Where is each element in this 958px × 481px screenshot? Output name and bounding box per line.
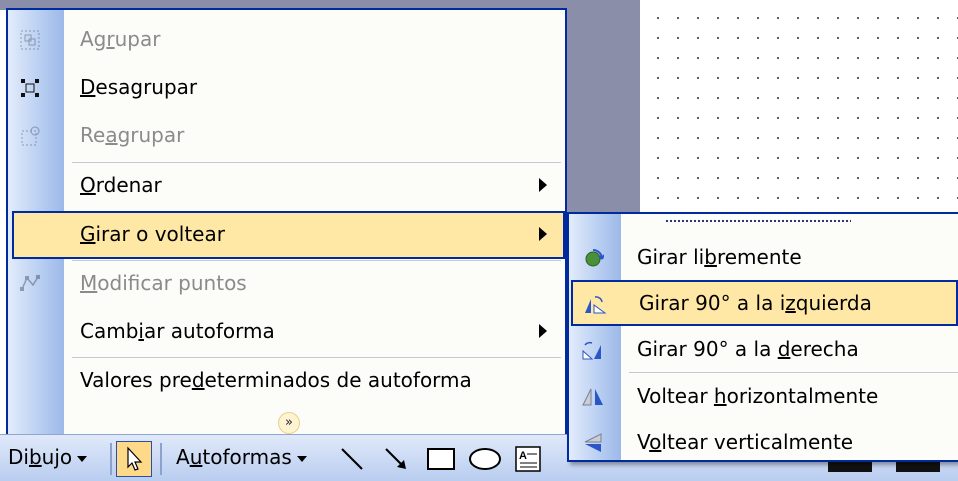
regroup-icon <box>18 124 42 148</box>
flip-vertical-icon <box>581 431 605 455</box>
flip-horizontal-icon <box>581 385 605 409</box>
menu-item-girar-o-voltear[interactable]: Girar o voltear <box>12 211 565 259</box>
pointer-arrow-icon <box>127 446 143 471</box>
toolbar-separator <box>110 443 112 475</box>
submenu-item-voltear-verticalmente[interactable]: Voltear verticalmente <box>569 419 958 465</box>
dibujo-menu-button[interactable]: Dibujo <box>8 445 88 469</box>
edit-points-icon <box>18 272 42 296</box>
menu-item-cambiar-autoforma[interactable]: Cambiar autoforma <box>8 308 565 356</box>
menu-item-ordenar[interactable]: Ordenar <box>8 162 565 210</box>
dropdown-arrow-icon <box>296 455 307 462</box>
oval-tool-icon[interactable] <box>466 443 504 475</box>
text-box-tool-icon[interactable]: A <box>512 443 544 475</box>
free-rotate-icon <box>581 246 605 270</box>
rectangle-tool-icon[interactable] <box>424 443 458 475</box>
select-pointer-button[interactable] <box>116 441 152 477</box>
submenu-arrow-icon <box>539 178 547 192</box>
autoformas-menu-button[interactable]: Autoformas <box>176 445 307 469</box>
chevron-double-down-icon[interactable]: » <box>278 412 300 434</box>
ungroup-icon <box>18 76 42 100</box>
app-workspace <box>565 0 641 215</box>
submenu-item-girar-derecha[interactable]: Girar 90° a la derecha <box>569 326 958 372</box>
menu-item-agrupar[interactable]: Agrupar <box>8 16 565 64</box>
submenu-item-voltear-horizontalmente[interactable]: Voltear horizontalmente <box>569 373 958 419</box>
menu-item-valores-predeterminados[interactable]: Valores predeterminados de autoforma <box>8 357 565 405</box>
line-tool-icon[interactable] <box>336 443 368 475</box>
draw-menu: Agrupar Desagrupar Reagrupar Ordenar Gir… <box>6 8 567 434</box>
group-icon <box>18 28 42 52</box>
girar-o-voltear-submenu: Girar libremente Girar 90° a la izquierd… <box>567 212 958 462</box>
menu-item-modificar-puntos[interactable]: Modificar puntos <box>8 260 565 308</box>
menu-item-reagrupar[interactable]: Reagrupar <box>8 112 565 160</box>
rotate-right-icon <box>581 338 605 362</box>
arrow-tool-icon[interactable] <box>380 443 412 475</box>
submenu-arrow-icon <box>539 227 547 241</box>
submenu-item-girar-izquierda[interactable]: Girar 90° a la izquierda <box>571 280 958 326</box>
rotate-left-icon <box>583 292 607 316</box>
submenu-item-girar-libremente[interactable]: Girar libremente <box>569 234 958 280</box>
menu-item-desagrupar[interactable]: Desagrupar <box>8 64 565 112</box>
dropdown-arrow-icon <box>77 455 88 462</box>
submenu-arrow-icon <box>539 324 547 338</box>
tear-off-grip[interactable] <box>665 219 851 223</box>
svg-text:A: A <box>519 450 527 462</box>
toolbar-separator <box>160 443 162 475</box>
